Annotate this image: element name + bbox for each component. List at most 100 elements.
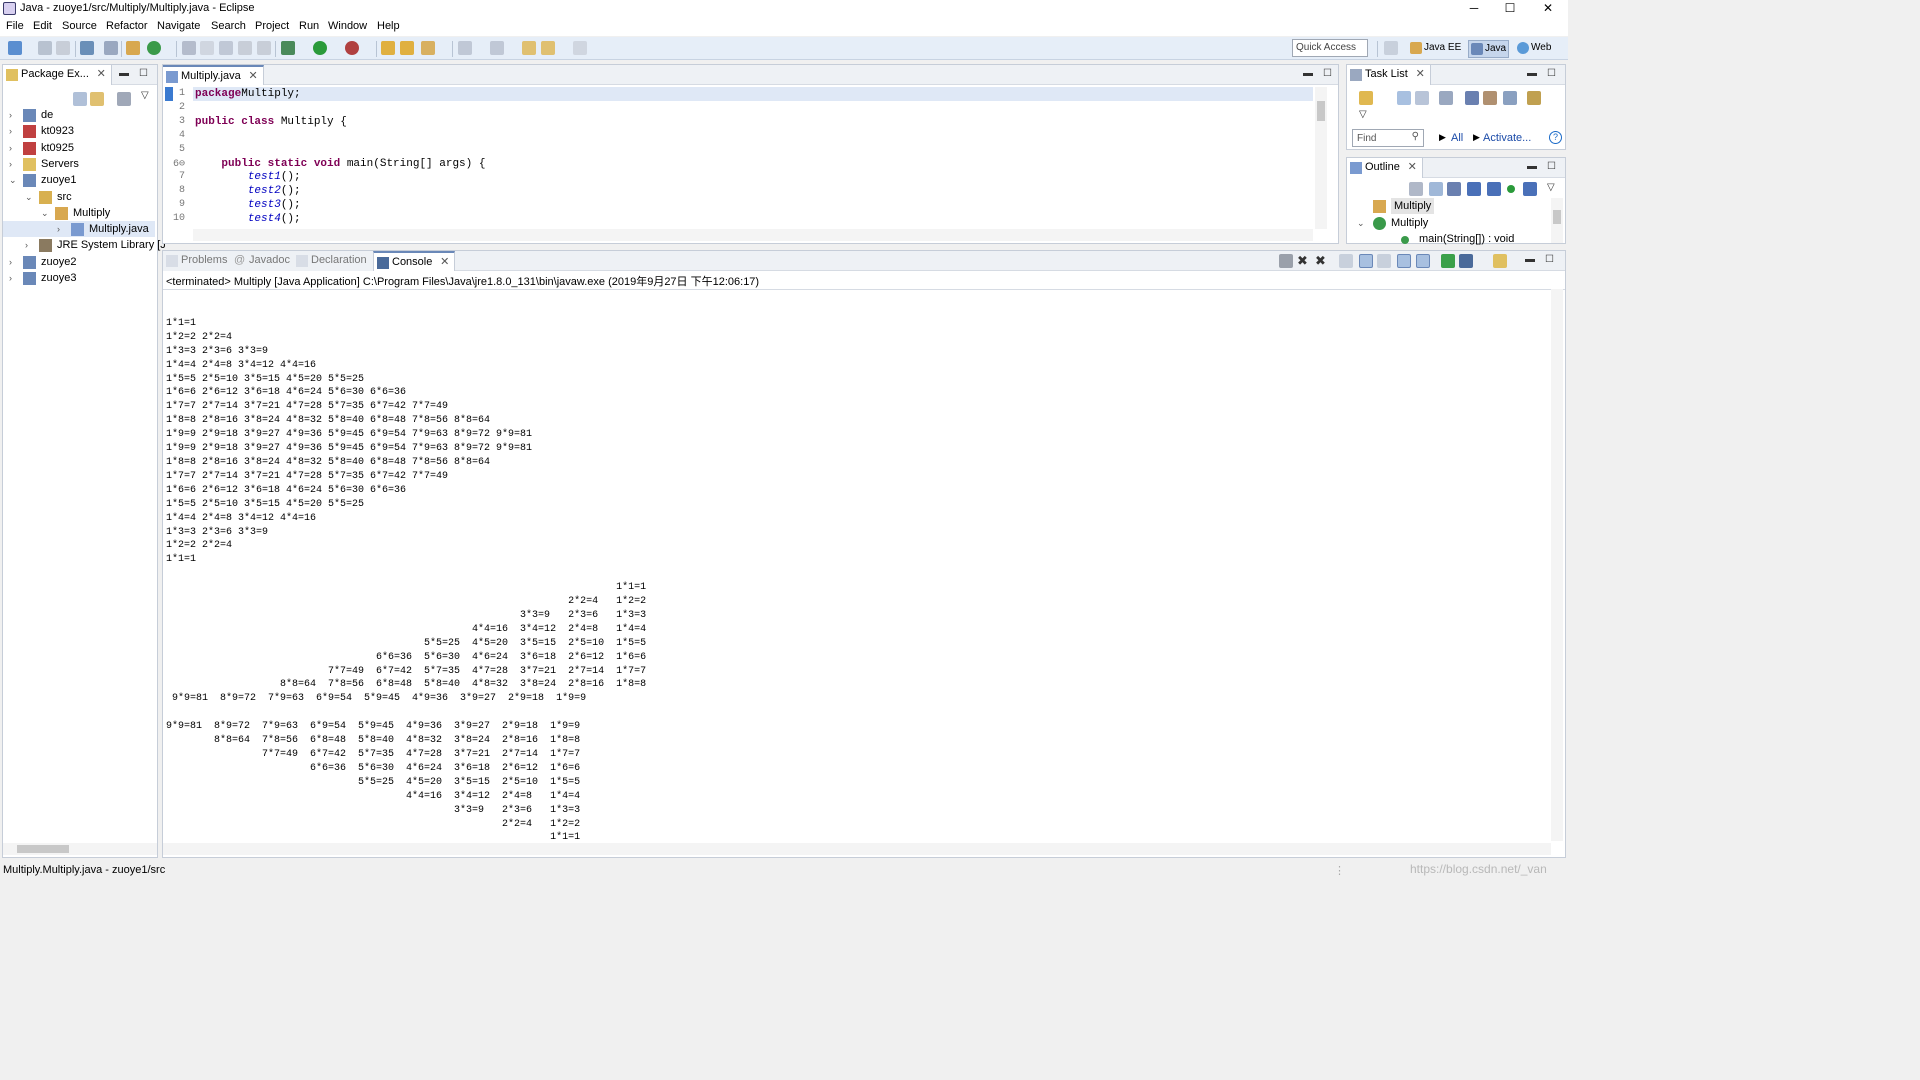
maximize-view-icon[interactable]: ☐ xyxy=(1547,68,1556,79)
tree-item-zuoye1[interactable]: ⌄ zuoye1 xyxy=(3,172,155,188)
maximize-view-icon[interactable]: ☐ xyxy=(139,68,148,79)
tree-item-multiply-java[interactable]: › Multiply.java xyxy=(3,221,155,238)
tab-multiply-java[interactable]: Multiply.java ✕ xyxy=(163,65,264,85)
scroll-lock-icon[interactable] xyxy=(1359,254,1373,268)
expand-icon[interactable] xyxy=(1503,91,1517,105)
collapse-arrow-icon[interactable]: ⌄ xyxy=(25,189,33,205)
search-icon[interactable]: ⚲ xyxy=(1412,131,1419,142)
block-icon[interactable] xyxy=(257,41,271,55)
code-line[interactable]: public class Multiply { xyxy=(195,116,347,128)
collapse-all-icon[interactable] xyxy=(1429,182,1443,196)
minimize-editor-icon[interactable]: ▬ xyxy=(1303,68,1313,79)
tab-outline[interactable]: Outline ✕ xyxy=(1347,158,1423,178)
close-window-button[interactable]: ✕ xyxy=(1530,0,1566,18)
tree-item-multiply[interactable]: ⌄ Multiply xyxy=(3,205,155,221)
expand-arrow-icon[interactable]: › xyxy=(9,156,12,172)
menu-run[interactable]: Run xyxy=(299,20,319,32)
menu-search[interactable]: Search xyxy=(211,20,246,32)
hide-nonpublic-icon[interactable] xyxy=(1507,185,1515,193)
minimize-view-icon[interactable]: ▬ xyxy=(1527,161,1537,172)
close-tab-icon[interactable]: ✕ xyxy=(97,65,106,84)
skip-breakpoints-icon[interactable] xyxy=(104,41,118,55)
collapse-icon[interactable] xyxy=(1483,91,1497,105)
open-perspective-icon[interactable] xyxy=(1384,41,1398,55)
hide-completed-icon[interactable] xyxy=(1465,91,1479,105)
code-line[interactable]: public static void main(String[] args) { xyxy=(195,158,485,170)
editor-vertical-scrollbar[interactable] xyxy=(1315,87,1327,229)
clear-console-icon[interactable] xyxy=(1339,254,1353,268)
close-tab-icon[interactable]: ✕ xyxy=(1408,158,1417,177)
link-with-editor-icon[interactable] xyxy=(90,92,104,106)
hide-local-types-icon[interactable] xyxy=(1523,182,1537,196)
tree-item-kt0923[interactable]: › kt0923 xyxy=(3,123,155,139)
remove-launch-icon[interactable]: ✖ xyxy=(1297,254,1311,268)
expand-arrow-icon[interactable]: › xyxy=(25,237,28,253)
expand-arrow-icon[interactable]: › xyxy=(9,107,12,123)
open-task-icon[interactable] xyxy=(400,41,414,55)
collapse-arrow-icon[interactable]: ⌄ xyxy=(41,205,49,221)
expand-arrow-icon[interactable]: › xyxy=(57,221,60,237)
minimize-view-icon[interactable]: ▬ xyxy=(1527,68,1537,79)
menu-window[interactable]: Window xyxy=(328,20,367,32)
close-tab-icon[interactable]: ✕ xyxy=(440,253,449,272)
tree-item-zuoye3[interactable]: › zuoye3 xyxy=(3,270,155,286)
console-vertical-scrollbar[interactable] xyxy=(1551,289,1563,841)
quick-access-field[interactable]: Quick Access xyxy=(1292,39,1368,57)
collapse-arrow-icon[interactable]: ⌄ xyxy=(1357,215,1365,231)
perspective-java[interactable]: Java xyxy=(1468,40,1510,58)
outline-item[interactable]: Multiply xyxy=(1347,198,1547,214)
menu-file[interactable]: File xyxy=(6,20,24,32)
back-icon[interactable] xyxy=(541,41,555,55)
next-edit-icon[interactable] xyxy=(458,41,472,55)
tree-item-src[interactable]: ⌄ src xyxy=(3,189,155,205)
collapse-arrow-icon[interactable]: ⌄ xyxy=(9,172,17,188)
next-annotation-icon[interactable] xyxy=(200,41,214,55)
new-icon[interactable] xyxy=(8,41,22,55)
forward-icon[interactable] xyxy=(573,41,587,55)
save-icon[interactable] xyxy=(38,41,52,55)
view-menu-icon[interactable]: ▽ xyxy=(1359,109,1367,120)
new-task-icon[interactable] xyxy=(1359,91,1373,105)
open-type-icon[interactable] xyxy=(381,41,395,55)
sync-icon[interactable] xyxy=(1527,91,1541,105)
tab-console[interactable]: Console ✕ xyxy=(373,251,456,272)
tree-item-de[interactable]: › de xyxy=(3,107,155,123)
expand-arrow-icon[interactable]: › xyxy=(9,270,12,286)
code-line[interactable]: packageMultiply; xyxy=(195,88,301,100)
sort-icon[interactable] xyxy=(1447,182,1461,196)
focus-icon[interactable] xyxy=(1409,182,1423,196)
pin-icon[interactable] xyxy=(238,41,252,55)
minimize-view-icon[interactable]: ▬ xyxy=(119,68,129,79)
scheduled-icon[interactable] xyxy=(1415,91,1429,105)
categorize-icon[interactable] xyxy=(1397,91,1411,105)
menu-refactor[interactable]: Refactor xyxy=(106,20,148,32)
show-on-stderr-icon[interactable] xyxy=(1416,254,1430,268)
toggle-mark-icon[interactable] xyxy=(182,41,196,55)
view-menu-icon[interactable]: ▽ xyxy=(141,90,149,101)
all-link[interactable]: All xyxy=(1451,132,1463,144)
maximize-view-icon[interactable]: ☐ xyxy=(1545,254,1554,265)
menu-help[interactable]: Help xyxy=(377,20,400,32)
display-console-icon[interactable] xyxy=(1459,254,1473,268)
close-tab-icon[interactable]: ✕ xyxy=(249,67,258,86)
perspective-java-ee[interactable]: Java EE xyxy=(1408,40,1463,58)
menu-navigate[interactable]: Navigate xyxy=(157,20,200,32)
menu-source[interactable]: Source xyxy=(62,20,97,32)
new-java-package-icon[interactable] xyxy=(126,41,140,55)
new-java-class-icon[interactable] xyxy=(147,41,161,55)
tab-package-explorer[interactable]: Package Ex... ✕ xyxy=(3,65,112,85)
expand-arrow-icon[interactable]: › xyxy=(9,123,12,139)
expand-arrow-icon[interactable]: › xyxy=(9,254,12,270)
maximize-editor-icon[interactable]: ☐ xyxy=(1323,68,1332,79)
collapse-all-icon[interactable] xyxy=(73,92,87,106)
hide-static-icon[interactable] xyxy=(1487,182,1501,196)
save-all-icon[interactable] xyxy=(56,41,70,55)
close-tab-icon[interactable]: ✕ xyxy=(1416,65,1425,84)
code-line[interactable]: test2(); xyxy=(195,185,301,197)
code-line[interactable]: test4(); xyxy=(195,213,301,225)
console-output[interactable]: 1*1=1 1*2=2 2*2=4 1*3=3 2*3=6 3*3=9 1*4=… xyxy=(166,303,646,845)
run-icon[interactable] xyxy=(313,41,327,55)
terminate-icon[interactable] xyxy=(1279,254,1293,268)
code-line[interactable]: test1(); xyxy=(195,171,301,183)
perspective-web[interactable]: Web xyxy=(1515,40,1553,58)
